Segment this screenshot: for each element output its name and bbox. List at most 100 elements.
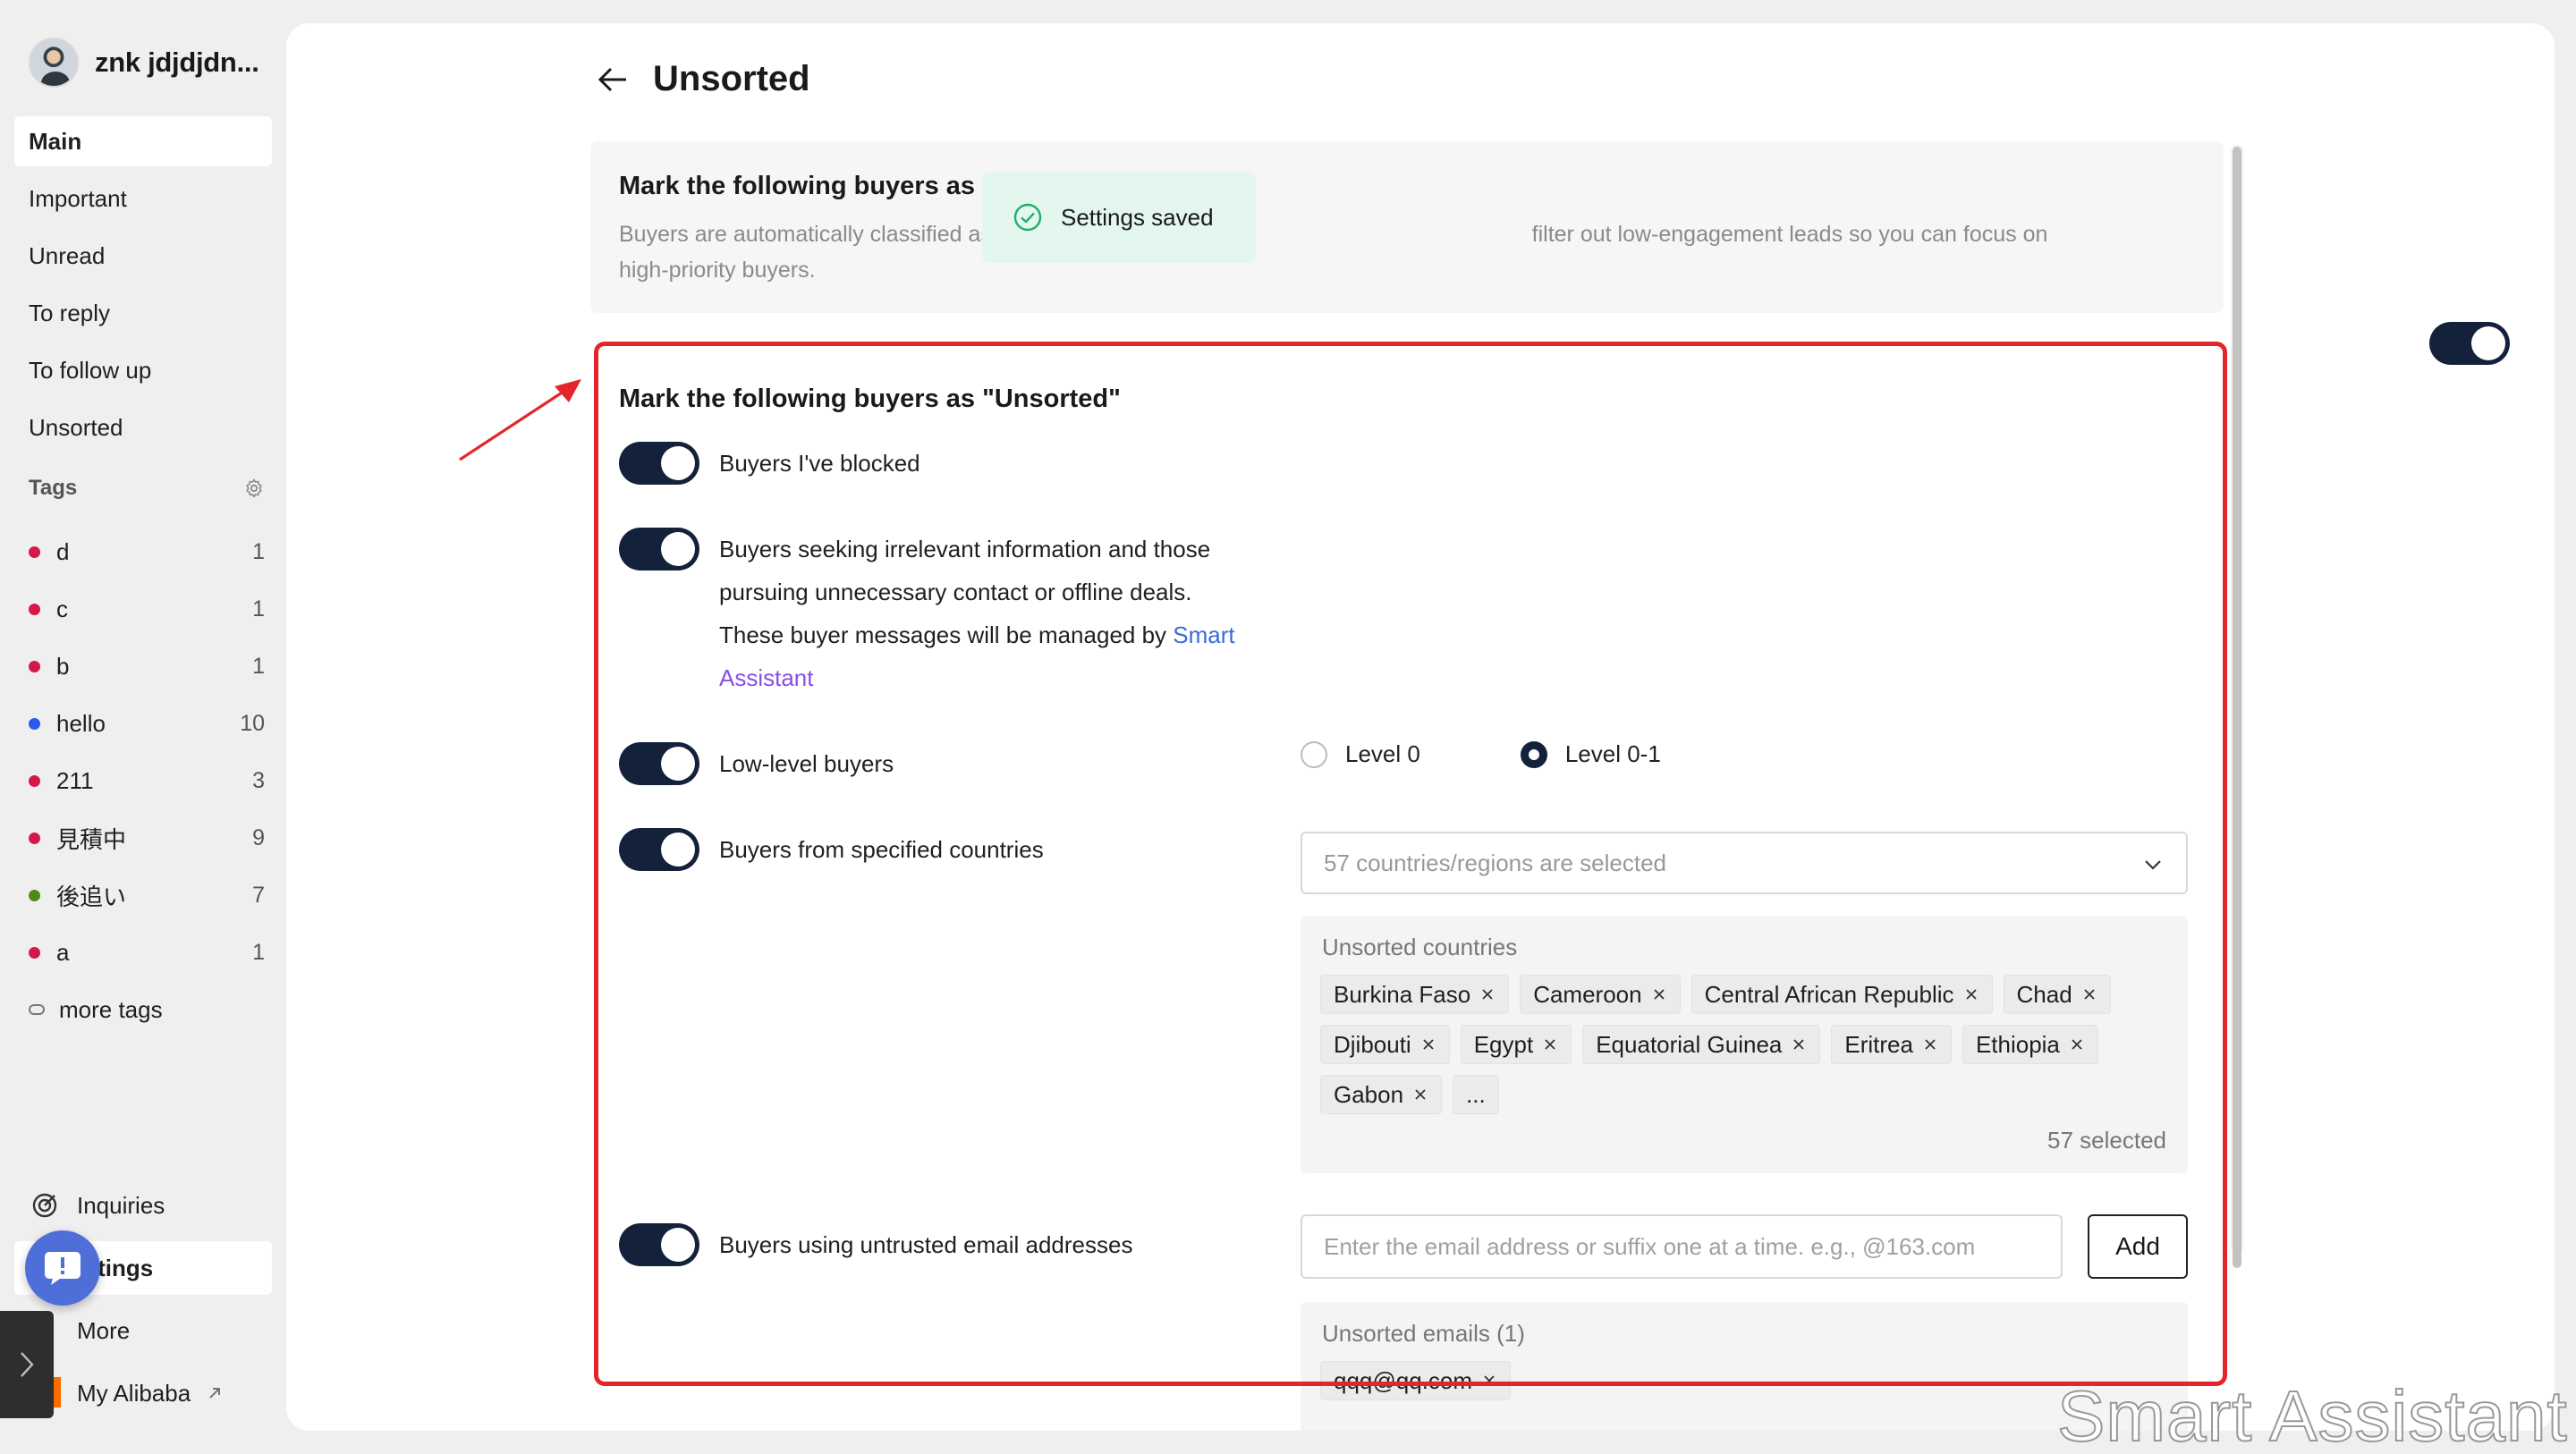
- avatar: [29, 38, 79, 88]
- chevron-right-icon: [21, 1352, 34, 1377]
- tag-item[interactable]: 後追い 7: [29, 866, 265, 924]
- rule-label: Low-level buyers: [719, 750, 894, 777]
- tag-icon: [29, 1004, 45, 1015]
- tags-header-label: Tags: [29, 476, 78, 500]
- radio-circle[interactable]: [1301, 740, 1327, 768]
- tag-name: hello: [56, 709, 106, 737]
- gear-icon[interactable]: [243, 478, 265, 499]
- chip-label: Egypt: [1473, 1030, 1534, 1058]
- tag-list: d1 c1 b1 hello 10 211 3 見積中 9 後追い 7 a1 more …: [29, 523, 265, 1038]
- collapse-sidebar-tab[interactable]: [0, 1311, 54, 1418]
- sidebar-item-label: Inquiries: [77, 1191, 165, 1219]
- scrollbar-thumb[interactable]: [2233, 147, 2241, 1268]
- close-icon[interactable]: [1922, 1036, 1938, 1052]
- countries-toggle[interactable]: [619, 828, 699, 871]
- unsorted-rules-card: Mark the following buyers as "Unsorted" …: [590, 342, 2224, 1431]
- country-chip: Ethiopia: [1962, 1025, 2098, 1064]
- country-chip: Egypt: [1460, 1025, 1572, 1064]
- blocked-buyers-toggle[interactable]: [619, 442, 699, 485]
- country-chip: Burkina Faso: [1320, 975, 1510, 1014]
- more-tags-link[interactable]: more tags: [29, 981, 265, 1038]
- close-icon[interactable]: [1791, 1036, 1807, 1052]
- country-chip: Djibouti: [1320, 1025, 1450, 1064]
- close-icon[interactable]: [1651, 986, 1667, 1002]
- chip-label: Equatorial Guinea: [1596, 1030, 1783, 1058]
- level-radio-group: Level 0 Level 0-1: [1301, 740, 1761, 768]
- radio-level-0[interactable]: Level 0: [1301, 740, 1420, 768]
- chat-bubble-icon: [45, 1252, 80, 1285]
- sidebar-item-unread[interactable]: Unread: [14, 231, 272, 281]
- close-icon[interactable]: [1481, 1373, 1497, 1389]
- sidebar-item-to-follow-up[interactable]: To follow up: [14, 345, 272, 395]
- unsorted-master-toggle[interactable]: [2429, 322, 2510, 365]
- annotation-arrow-icon: [459, 379, 581, 461]
- country-chips: Burkina Faso Cameroon Central African Re…: [1320, 975, 2179, 1125]
- profile[interactable]: znk jdjdjdn...: [29, 38, 259, 88]
- tags-header: Tags: [29, 476, 265, 501]
- sidebar-item-label: Unsorted: [29, 413, 123, 441]
- radio-circle-checked[interactable]: [1520, 740, 1547, 768]
- irrelevant-buyers-toggle[interactable]: [619, 528, 699, 571]
- radio-level-0-1[interactable]: Level 0-1: [1520, 740, 1661, 768]
- email-suffix-input[interactable]: [1301, 1214, 2063, 1279]
- chip-label: Central African Republic: [1704, 980, 1954, 1008]
- tag-item[interactable]: c1: [29, 580, 265, 638]
- watermark: Smart Assistant: [2056, 1375, 2568, 1454]
- description-text: high-priority buyers.: [619, 258, 816, 283]
- sidebar-item-main[interactable]: Main: [14, 116, 272, 166]
- countries-box-label: Unsorted countries: [1322, 934, 1518, 960]
- close-icon[interactable]: [2069, 1036, 2085, 1052]
- close-icon[interactable]: [1963, 986, 1979, 1002]
- country-chip: Equatorial Guinea: [1582, 1025, 1821, 1064]
- smart-assistant-link[interactable]: Assistant: [719, 664, 814, 691]
- untrusted-email-toggle[interactable]: [619, 1223, 699, 1266]
- sidebar-item-to-reply[interactable]: To reply: [14, 288, 272, 338]
- tag-item[interactable]: b1: [29, 638, 265, 695]
- close-icon[interactable]: [1479, 986, 1496, 1002]
- unsorted-emails-box: Unsorted emails (1) qqq@qq.com: [1301, 1302, 2188, 1431]
- rule-text: Buyers seeking irrelevant information an…: [719, 536, 1211, 562]
- sidebar-item-important[interactable]: Important: [14, 173, 272, 224]
- chip-label: Chad: [2016, 980, 2072, 1008]
- sidebar-item-label: Unread: [29, 241, 106, 269]
- more-countries-chip[interactable]: ...: [1453, 1075, 1499, 1114]
- low-level-buyers-toggle[interactable]: [619, 742, 699, 785]
- more-tags-label: more tags: [59, 995, 163, 1023]
- sidebar-item-label: More: [77, 1316, 131, 1344]
- add-email-button[interactable]: Add: [2088, 1214, 2188, 1279]
- sidebar-nav: Main Important Unread To reply To follow…: [14, 116, 272, 460]
- page-title: Unsorted: [653, 59, 810, 98]
- smart-assistant-link[interactable]: Smart: [1173, 621, 1234, 648]
- master-card-description: Buyers are automatically classified as U…: [619, 216, 2122, 288]
- close-icon[interactable]: [1420, 1036, 1436, 1052]
- tag-item[interactable]: a1: [29, 924, 265, 981]
- back-arrow-icon[interactable]: [594, 61, 631, 98]
- countries-select[interactable]: 57 countries/regions are selected: [1301, 832, 2188, 894]
- profile-name: znk jdjdjdn...: [95, 46, 259, 78]
- tag-dot: [29, 545, 40, 558]
- sidebar-item-inquiries[interactable]: Inquiries: [14, 1179, 272, 1232]
- rule-untrusted-email: Buyers using untrusted email addresses: [619, 1223, 1132, 1266]
- tag-item[interactable]: 211 3: [29, 752, 265, 809]
- select-value: 57 countries/regions are selected: [1324, 849, 1667, 876]
- rule-text: pursuing unnecessary contact or offline …: [719, 579, 1192, 605]
- sidebar-item-unsorted[interactable]: Unsorted: [14, 402, 272, 452]
- tag-item[interactable]: d1: [29, 523, 265, 580]
- tag-name: b: [56, 652, 70, 680]
- close-icon[interactable]: [2081, 986, 2097, 1002]
- rule-countries: Buyers from specified countries: [619, 828, 1044, 871]
- chat-support-button[interactable]: [25, 1230, 100, 1306]
- tag-item[interactable]: hello 10: [29, 695, 265, 752]
- tag-dot: [29, 774, 40, 787]
- tag-item[interactable]: 見積中 9: [29, 809, 265, 866]
- tag-count: 1: [252, 653, 265, 679]
- countries-selected-count: 57 selected: [2047, 1127, 2166, 1154]
- close-icon[interactable]: [1412, 1086, 1428, 1103]
- unsorted-countries-box: Unsorted countries Burkina Faso Cameroon…: [1301, 916, 2188, 1173]
- tag-dot: [29, 946, 40, 959]
- rule-irrelevant: Buyers seeking irrelevant information an…: [619, 528, 1274, 699]
- chip-label: Cameroon: [1533, 980, 1642, 1008]
- close-icon[interactable]: [1542, 1036, 1558, 1052]
- chip-label: qqq@qq.com: [1334, 1366, 1473, 1394]
- check-circle-icon: [1013, 203, 1042, 232]
